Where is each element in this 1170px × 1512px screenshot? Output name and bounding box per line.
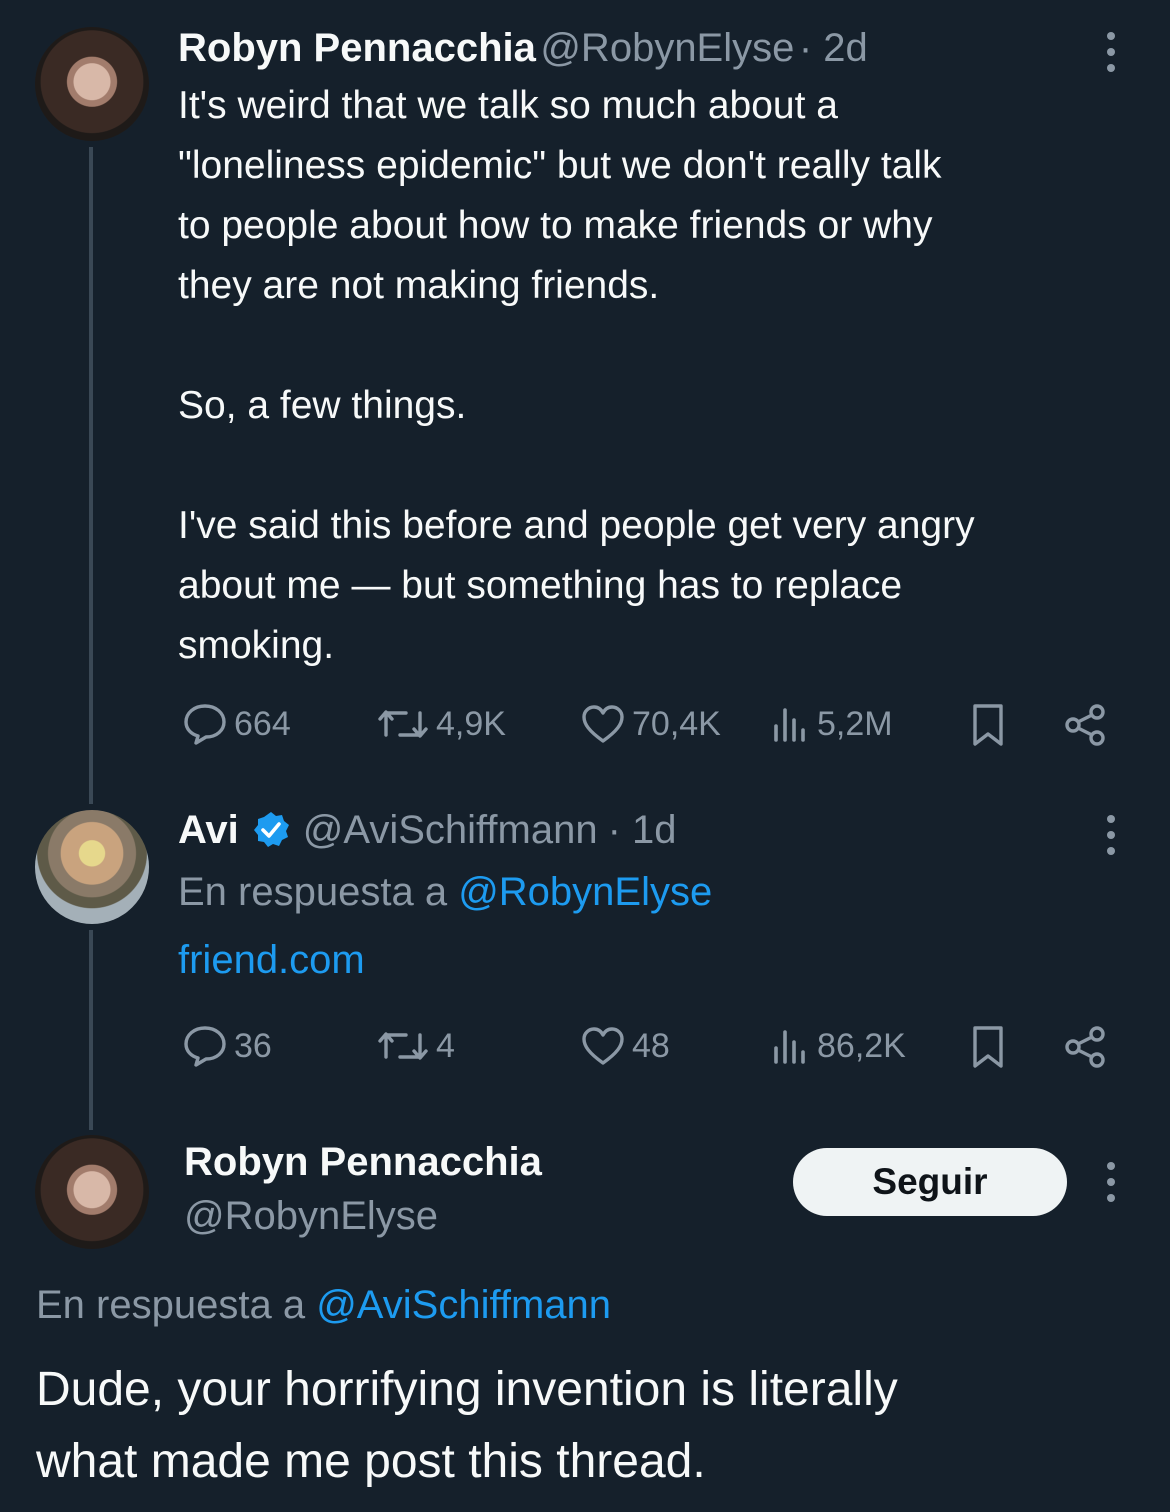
avatar[interactable] — [35, 1135, 149, 1249]
like-button[interactable]: 70,4K — [580, 702, 721, 746]
avatar[interactable] — [35, 27, 149, 141]
bookmark-icon — [973, 1026, 1003, 1068]
like-button[interactable]: 48 — [580, 1024, 670, 1068]
views-button[interactable]: 5,2M — [771, 702, 893, 746]
author-handle[interactable]: @AviSchiffmann — [303, 802, 598, 858]
author-name[interactable]: Robyn Pennacchia — [178, 26, 536, 70]
reply-handle-link[interactable]: @AviSchiffmann — [316, 1283, 611, 1327]
reply-button[interactable]: 36 — [182, 1024, 272, 1068]
share-button[interactable] — [1062, 702, 1108, 748]
author-name[interactable]: Avi — [178, 802, 239, 858]
reply-context: En respuesta a @RobynElyse — [178, 864, 712, 920]
repost-count: 4 — [436, 1026, 455, 1065]
tweet-header: Avi @AviSchiffmann · 1d — [178, 802, 677, 858]
like-count: 48 — [632, 1026, 670, 1065]
heart-icon — [582, 1027, 624, 1065]
more-dots-icon[interactable] — [1105, 32, 1117, 72]
thread-connector — [89, 930, 93, 1130]
avatar[interactable] — [35, 810, 149, 924]
tweet-text: It's weird that we talk so much about a … — [178, 84, 975, 667]
reply-button[interactable]: 664 — [182, 702, 291, 746]
repost-button[interactable]: 4 — [376, 1024, 455, 1068]
more-dots-icon[interactable] — [1105, 815, 1117, 855]
more-dots-icon[interactable] — [1105, 1162, 1117, 1202]
timestamp[interactable]: · 2d — [799, 26, 868, 70]
view-count: 5,2M — [817, 704, 893, 743]
share-button[interactable] — [1062, 1024, 1108, 1070]
speech-bubble-icon — [184, 1026, 226, 1067]
share-icon — [1065, 1026, 1105, 1068]
reply-count: 36 — [234, 1026, 272, 1065]
tweet-link[interactable]: friend.com — [178, 932, 365, 988]
author-name[interactable]: Robyn Pennacchia — [184, 1134, 542, 1190]
reply-context: En respuesta a @AviSchiffmann — [36, 1277, 611, 1333]
repost-arrows-icon — [378, 1032, 428, 1060]
heart-icon — [582, 705, 624, 743]
bookmark-icon — [973, 704, 1003, 746]
reply-prefix: En respuesta a — [178, 870, 448, 914]
author-handle[interactable]: @RobynElyse — [184, 1188, 438, 1244]
bookmark-button[interactable] — [968, 1024, 1008, 1070]
view-count: 86,2K — [817, 1026, 906, 1065]
speech-bubble-icon — [184, 704, 226, 745]
bar-chart-icon — [774, 708, 805, 742]
follow-button[interactable]: Seguir — [793, 1148, 1067, 1216]
tweet-text: Dude, your horrifying invention is liter… — [36, 1363, 898, 1488]
share-icon — [1065, 704, 1105, 746]
repost-button[interactable]: 4,9K — [376, 702, 506, 746]
reply-prefix: En respuesta a — [36, 1283, 306, 1327]
timestamp[interactable]: · 1d — [608, 802, 677, 858]
verified-badge-icon — [253, 812, 289, 847]
reply-count: 664 — [234, 704, 291, 743]
bookmark-button[interactable] — [968, 702, 1008, 748]
bar-chart-icon — [774, 1030, 805, 1064]
repost-count: 4,9K — [436, 704, 506, 743]
thread-connector — [89, 147, 93, 804]
author-handle[interactable]: @RobynElyse — [540, 26, 794, 70]
reply-handle-link[interactable]: @RobynElyse — [458, 870, 712, 914]
like-count: 70,4K — [632, 704, 721, 743]
repost-arrows-icon — [378, 710, 428, 738]
views-button[interactable]: 86,2K — [771, 1024, 906, 1068]
